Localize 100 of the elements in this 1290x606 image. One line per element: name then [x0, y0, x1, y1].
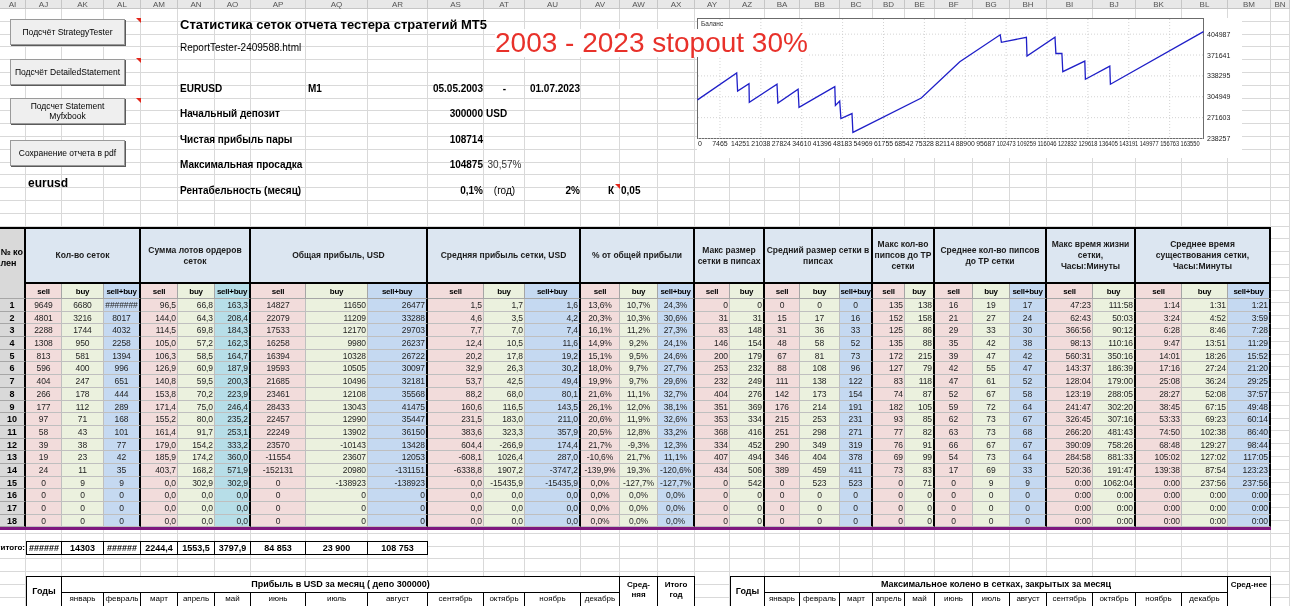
table-cell: 47	[1010, 362, 1047, 376]
column-group-heading: Среднее время существования сетки, Часы:Минуты	[1136, 229, 1271, 284]
column-header[interactable]: BG	[973, 0, 1010, 9]
column-header[interactable]: BH	[1010, 0, 1047, 9]
month-heading: июнь	[251, 593, 306, 606]
column-header[interactable]: BD	[873, 0, 905, 9]
column-heading: buy	[62, 284, 104, 299]
column-header[interactable]: AL	[104, 0, 141, 9]
column-header[interactable]: AZ	[730, 0, 765, 9]
column-header[interactable]: BN	[1271, 0, 1290, 9]
column-header[interactable]: AR	[368, 0, 428, 9]
table-cell: 135	[873, 299, 905, 312]
column-header[interactable]: BM	[1228, 0, 1271, 9]
column-header[interactable]: AO	[215, 0, 251, 9]
column-header[interactable]: AX	[658, 0, 695, 9]
column-header[interactable]: AW	[620, 0, 658, 9]
table-cell: 21,7%	[620, 451, 658, 464]
column-header[interactable]: AN	[178, 0, 215, 9]
table-cell: 27,3%	[658, 324, 695, 338]
column-header[interactable]: BL	[1182, 0, 1228, 9]
column-header[interactable]: AQ	[306, 0, 368, 9]
column-header[interactable]: AM	[141, 0, 178, 9]
report-title: Статистика сеток отчета тестера стратегий МТ5	[180, 17, 488, 33]
column-header[interactable]: BC	[840, 0, 873, 9]
table-cell: 21685	[251, 375, 306, 388]
table-cell: 366:56	[1047, 324, 1093, 338]
macro-button[interactable]: Подсчёт StrategyTester	[10, 19, 125, 45]
table-cell: 0	[104, 502, 141, 515]
column-heading: buy	[1093, 284, 1136, 299]
table-cell: 127:02	[1182, 451, 1228, 464]
month-heading: январь	[765, 593, 800, 606]
column-header[interactable]: BF	[935, 0, 973, 9]
row-number: 17	[0, 502, 26, 515]
table-cell: 0,0	[215, 502, 251, 515]
table-cell: 187,9	[215, 362, 251, 376]
table-cell: 0,0	[178, 489, 215, 502]
table-cell: 360,0	[215, 451, 251, 464]
table-cell: 0	[306, 489, 368, 502]
column-header[interactable]: AP	[251, 0, 306, 9]
table-cell: 0	[840, 502, 873, 515]
macro-button[interactable]: Подсчёт DetailedStatement	[10, 59, 125, 85]
column-header[interactable]: AY	[695, 0, 730, 9]
table-cell: 14827	[251, 299, 306, 312]
column-header[interactable]: BB	[800, 0, 840, 9]
table-cell: 57,2	[178, 337, 215, 350]
table-cell: 174,2	[178, 451, 215, 464]
month-heading: август	[1010, 593, 1047, 606]
ratio-value: 0,05	[621, 183, 641, 197]
column-header[interactable]: AT	[484, 0, 525, 9]
column-header[interactable]: BE	[905, 0, 935, 9]
table-cell: 32181	[368, 375, 428, 388]
column-header[interactable]: AS	[428, 0, 484, 9]
table-cell: 19593	[251, 362, 306, 376]
table-cell: 31	[765, 324, 800, 338]
table-cell: 10496	[306, 375, 368, 388]
column-header[interactable]: AI	[0, 0, 26, 9]
table-cell: 0	[368, 502, 428, 515]
table-cell: 11,1%	[658, 451, 695, 464]
table-cell: 0,0	[428, 489, 484, 502]
column-header[interactable]: AJ	[26, 0, 62, 9]
table-cell: 11,2%	[620, 324, 658, 338]
table-cell: 0:00	[1228, 489, 1271, 502]
table-cell: 32,6%	[658, 413, 695, 426]
column-header[interactable]: BA	[765, 0, 800, 9]
column-heading: sell+buy	[525, 284, 581, 299]
column-header[interactable]: AV	[581, 0, 620, 9]
table-cell: 2288	[26, 324, 62, 338]
month-heading: апрель	[178, 593, 215, 606]
macro-button[interactable]: Сохранение отчета в pdf	[10, 140, 125, 166]
table-cell: 21:20	[1228, 362, 1271, 376]
month-heading: октябрь	[1093, 593, 1136, 606]
table-cell: 284:58	[1047, 451, 1093, 464]
table-cell: 9,7%	[620, 362, 658, 376]
table-cell: 49,4	[525, 375, 581, 388]
macro-button[interactable]: Подсчет Statement Myfxbook	[10, 98, 125, 124]
column-heading: sell	[141, 284, 178, 299]
table-cell: 0	[26, 489, 62, 502]
column-header[interactable]: BK	[1136, 0, 1182, 9]
table-cell: 0:00	[1047, 489, 1093, 502]
stat-label: Максимальная просадка	[180, 158, 303, 171]
table-cell: 12170	[306, 324, 368, 338]
table-cell: 0	[973, 489, 1010, 502]
table-cell: 0	[306, 502, 368, 515]
table-cell: 162,3	[215, 337, 251, 350]
stat-value: 0,1%	[460, 183, 483, 197]
row-number: 1	[0, 299, 26, 312]
column-group-heading: Средняя прибыль сетки, USD	[428, 229, 581, 284]
table-cell: 378	[840, 451, 873, 464]
column-header[interactable]: BI	[1047, 0, 1093, 9]
table-cell: 215	[765, 413, 800, 426]
column-header[interactable]: AK	[62, 0, 104, 9]
table-cell: 0:00	[1182, 502, 1228, 515]
column-header[interactable]: BJ	[1093, 0, 1136, 9]
column-header[interactable]: AU	[525, 0, 581, 9]
table-cell: 69	[873, 451, 905, 464]
table-cell: 0	[62, 489, 104, 502]
table-cell: 200,3	[215, 375, 251, 388]
date-from: 05.05.2003	[432, 81, 483, 95]
table-cell: -11554	[251, 451, 306, 464]
row-number-heading: № колен	[0, 229, 26, 299]
